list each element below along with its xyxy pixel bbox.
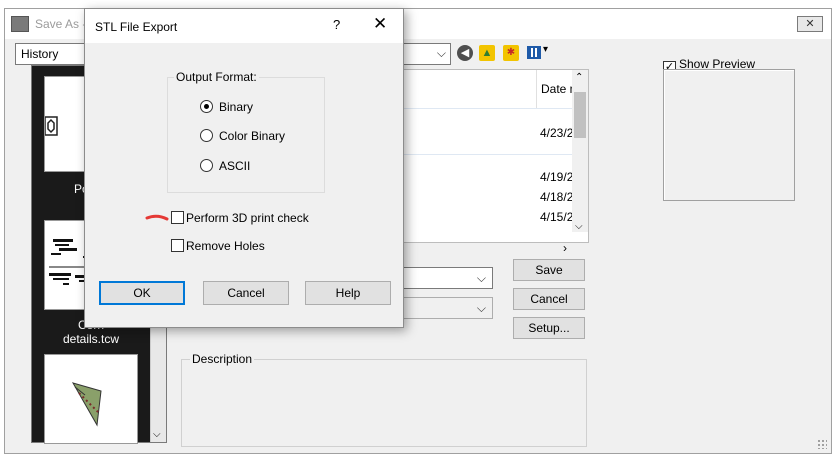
perform-3d-print-check-checkbox[interactable]: Perform 3D print check xyxy=(171,211,309,225)
stl-dialog-title: STL File Export xyxy=(95,20,178,34)
history-combo[interactable]: History xyxy=(15,43,87,65)
preview-pane xyxy=(663,69,795,201)
red-annotation-mark xyxy=(145,214,169,221)
file-type-combo[interactable]: ⌵ xyxy=(403,297,493,319)
file-row-date[interactable]: 4/15/20 xyxy=(540,210,574,224)
scrollbar-thumb[interactable] xyxy=(574,92,586,138)
chevron-down-icon[interactable]: ⌵ xyxy=(153,429,161,440)
file-list[interactable]: Date m 4/23/20 4/19/20 4/18/20 4/15/20 ⌃… xyxy=(399,69,589,243)
stl-export-dialog: STL File Export ? ✕ Output Format: Binar… xyxy=(84,8,404,328)
chevron-down-icon: ⌵ xyxy=(436,46,446,60)
chevron-down-icon[interactable]: ⌵ xyxy=(575,221,583,232)
format-radio-binary[interactable]: Binary xyxy=(200,100,253,114)
back-icon[interactable]: ◀ xyxy=(457,45,473,61)
output-format-group: Output Format: Binary Color Binary ASCII xyxy=(167,70,325,193)
radio-selected-icon[interactable] xyxy=(200,100,213,113)
resize-grip[interactable] xyxy=(817,439,827,449)
chevron-down-icon: ⌵ xyxy=(476,301,486,315)
file-name-combo[interactable]: ⌵ xyxy=(403,267,493,289)
row-separator xyxy=(400,108,572,109)
format-radio-color-binary[interactable]: Color Binary xyxy=(200,129,285,143)
help-button[interactable]: Help xyxy=(305,281,391,305)
save-as-title: Save As - xyxy=(35,17,87,31)
file-list-scrollbar[interactable]: ⌃ ⌵ xyxy=(572,70,588,232)
chevron-up-icon[interactable]: ⌃ xyxy=(575,72,583,83)
help-icon[interactable]: ? xyxy=(333,17,340,32)
chevron-down-icon: ⌵ xyxy=(476,271,486,285)
file-row-date[interactable]: 4/19/20 xyxy=(540,170,574,184)
checkbox-icon[interactable] xyxy=(171,211,184,224)
remove-holes-checkbox[interactable]: Remove Holes xyxy=(171,239,265,253)
format-label: ASCII xyxy=(219,159,251,173)
view-grid-icon xyxy=(527,46,541,59)
cancel-button[interactable]: Cancel xyxy=(513,288,585,310)
view-menu-button[interactable]: ▾ xyxy=(527,44,553,61)
roof-model-icon xyxy=(71,382,102,427)
up-folder-icon[interactable]: ▲ xyxy=(479,45,495,61)
save-button[interactable]: Save xyxy=(513,259,585,281)
thumbnail-label: details.tcw xyxy=(62,332,120,346)
format-radio-ascii[interactable]: ASCII xyxy=(200,159,250,173)
format-label: Color Binary xyxy=(219,129,286,143)
setup-button[interactable]: Setup... xyxy=(513,317,585,339)
cancel-button[interactable]: Cancel xyxy=(203,281,289,305)
stl-titlebar: STL File Export ? ✕ xyxy=(85,9,403,43)
file-row-date[interactable]: 4/23/20 xyxy=(540,126,574,140)
dropdown-arrow-icon: ▾ xyxy=(543,44,549,55)
description-label: Description xyxy=(190,352,255,366)
file-row-date[interactable]: 4/18/20 xyxy=(540,190,574,204)
description-group[interactable]: Description xyxy=(181,352,587,447)
radio-icon[interactable] xyxy=(200,159,213,172)
thumbnail-roof-model[interactable] xyxy=(44,354,138,444)
output-format-label: Output Format: xyxy=(174,70,259,84)
ok-button[interactable]: OK xyxy=(99,281,185,305)
save-as-close-button[interactable]: ✕ xyxy=(797,16,823,32)
option-label: Remove Holes xyxy=(186,239,265,253)
close-icon[interactable]: ✕ xyxy=(373,14,387,34)
row-separator xyxy=(400,154,572,155)
app-icon xyxy=(11,16,29,32)
folder-path-combo[interactable]: ⌵ xyxy=(403,43,451,65)
radio-icon[interactable] xyxy=(200,129,213,142)
new-folder-icon[interactable]: ✱ xyxy=(503,45,519,61)
checkbox-icon[interactable] xyxy=(171,239,184,252)
scroll-right-icon[interactable]: › xyxy=(563,241,567,255)
option-label: Perform 3D print check xyxy=(186,211,309,225)
format-label: Binary xyxy=(219,100,254,114)
